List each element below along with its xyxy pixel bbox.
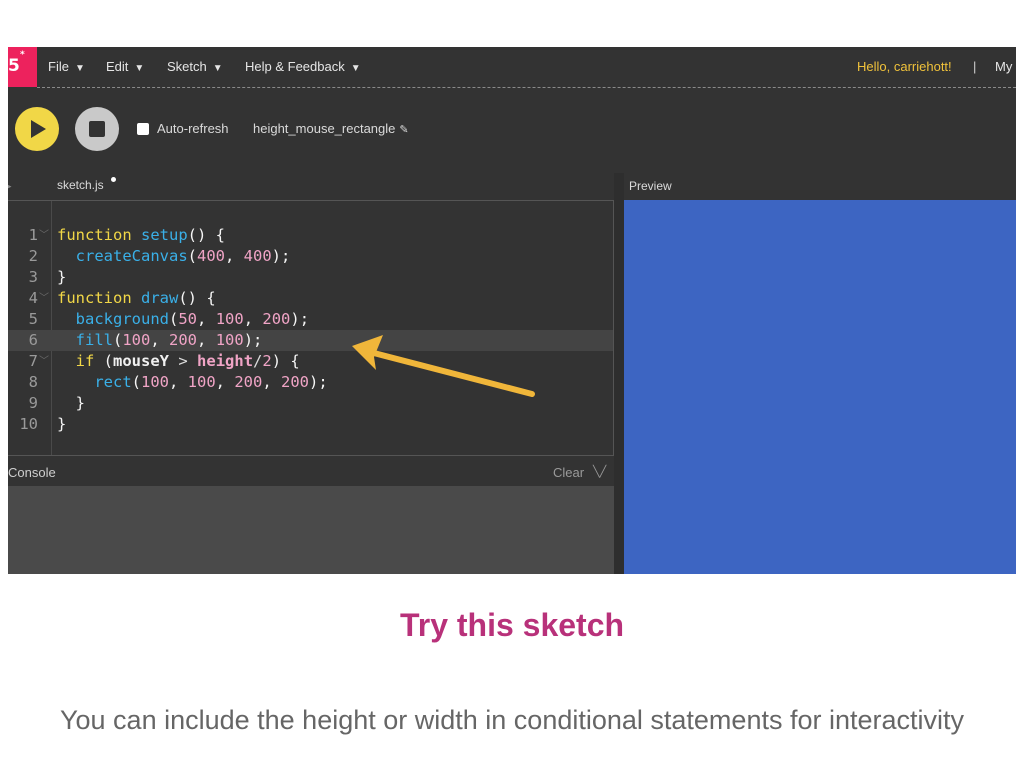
play-button[interactable] bbox=[15, 107, 59, 151]
toolbar: Auto-refresh height_mouse_rectangle ✎ bbox=[8, 88, 1016, 173]
code-line: 3} bbox=[8, 267, 613, 288]
code-line: 4 ﹀ function draw() { bbox=[8, 288, 613, 309]
line-number: 10 bbox=[19, 415, 38, 433]
logo-text: 5 bbox=[8, 56, 20, 76]
line-number: 9 bbox=[28, 394, 38, 412]
code-text: } bbox=[57, 394, 85, 412]
edit-menu-label: Edit bbox=[106, 59, 129, 74]
pencil-icon[interactable]: ✎ bbox=[399, 124, 408, 136]
unsaved-indicator bbox=[111, 177, 116, 182]
chevron-down-icon: ▼ bbox=[74, 63, 85, 74]
auto-refresh-checkbox[interactable] bbox=[137, 123, 149, 135]
code-text: function setup() { bbox=[57, 226, 225, 244]
code-text: } bbox=[57, 415, 67, 433]
nav-separator: | bbox=[973, 59, 977, 74]
code-text: rect(100, 100, 200, 200); bbox=[94, 373, 328, 391]
chevron-down-icon[interactable]: ╲╱ bbox=[593, 465, 606, 478]
code-line: 8 rect(100, 100, 200, 200); bbox=[8, 372, 613, 393]
chevron-down-icon: ▼ bbox=[212, 63, 223, 74]
preview-label: Preview bbox=[629, 179, 672, 193]
slide-title: Try this sketch bbox=[399, 607, 625, 643]
code-line: 2 createCanvas(400, 400); bbox=[8, 246, 613, 267]
menu-bar: File ▼ Edit ▼ Sketch ▼ Help & Feedback ▼ Hel… bbox=[37, 47, 1016, 88]
tab-sketch-js[interactable]: sketch.js bbox=[57, 178, 104, 192]
chevron-down-icon: ▼ bbox=[350, 63, 361, 74]
edit-menu[interactable]: Edit ▼ bbox=[106, 59, 144, 74]
my-account-link[interactable]: My bbox=[995, 59, 1012, 74]
chevron-down-icon: ▼ bbox=[134, 63, 145, 74]
p5-web-editor: 5 * File ▼ Edit ▼ Sketch ▼ Help & Feedback ▼… bbox=[8, 47, 1016, 574]
code-text: if (mouseY > height/2) { bbox=[75, 352, 300, 370]
file-menu-label: File bbox=[48, 59, 69, 74]
line-number: 7 bbox=[28, 352, 38, 370]
console-output bbox=[8, 486, 614, 574]
fold-icon[interactable]: ﹀ bbox=[39, 225, 49, 246]
console-header[interactable]: Console Clear ╲╱ bbox=[8, 455, 614, 487]
sidebar-toggle-icon[interactable]: ▸ bbox=[8, 181, 12, 192]
code-text: } bbox=[57, 268, 67, 286]
sketch-name-text: height_mouse_rectangle bbox=[253, 121, 396, 136]
line-number: 2 bbox=[28, 247, 38, 265]
play-icon bbox=[31, 120, 46, 138]
code-text: function draw() { bbox=[57, 289, 216, 307]
console-label: Console bbox=[8, 465, 56, 480]
stop-button[interactable] bbox=[75, 107, 119, 151]
slide-caption: You can include the height or width in c… bbox=[59, 705, 965, 735]
fold-icon[interactable]: ﹀ bbox=[39, 351, 49, 372]
line-number: 5 bbox=[28, 310, 38, 328]
clear-console-button[interactable]: Clear bbox=[553, 465, 584, 480]
pane-divider[interactable] bbox=[614, 173, 624, 574]
code-text: createCanvas(400, 400); bbox=[75, 247, 291, 265]
code-line: 5 background(50, 100, 200); bbox=[8, 309, 613, 330]
line-number: 3 bbox=[28, 268, 38, 286]
code-text: fill(100, 200, 100); bbox=[75, 331, 263, 349]
code-line: 7 ﹀ if (mouseY > height/2) { bbox=[8, 351, 613, 372]
line-number: 6 bbox=[28, 331, 38, 349]
sketch-name[interactable]: height_mouse_rectangle ✎ bbox=[253, 121, 409, 136]
line-number: 8 bbox=[28, 373, 38, 391]
code-line: 10} bbox=[8, 414, 613, 435]
stop-icon bbox=[89, 121, 105, 137]
p5-logo[interactable]: 5 * bbox=[8, 47, 37, 87]
line-number: 4 bbox=[28, 289, 38, 307]
preview-canvas[interactable] bbox=[624, 200, 1016, 574]
fold-icon[interactable]: ﹀ bbox=[39, 288, 49, 309]
code-line: 1 ﹀ function setup() { bbox=[8, 225, 613, 246]
line-number: 1 bbox=[28, 226, 38, 244]
code-line-active: 6 fill(100, 200, 100); bbox=[8, 330, 613, 351]
help-menu-label: Help & Feedback bbox=[245, 59, 345, 74]
code-editor[interactable]: 1 ﹀ function setup() { 2 createCanvas(400,… bbox=[8, 200, 614, 455]
code-line: 9 } bbox=[8, 393, 613, 414]
user-greeting[interactable]: Hello, carriehott! bbox=[857, 59, 952, 74]
help-menu[interactable]: Help & Feedback ▼ bbox=[245, 59, 361, 74]
code-text: background(50, 100, 200); bbox=[75, 310, 310, 328]
sketch-menu-label: Sketch bbox=[167, 59, 207, 74]
file-menu[interactable]: File ▼ bbox=[48, 59, 85, 74]
file-tab-bar: ▸ sketch.js bbox=[8, 173, 613, 200]
auto-refresh-label: Auto-refresh bbox=[157, 121, 229, 136]
logo-asterisk: * bbox=[20, 50, 25, 60]
sketch-menu[interactable]: Sketch ▼ bbox=[167, 59, 223, 74]
